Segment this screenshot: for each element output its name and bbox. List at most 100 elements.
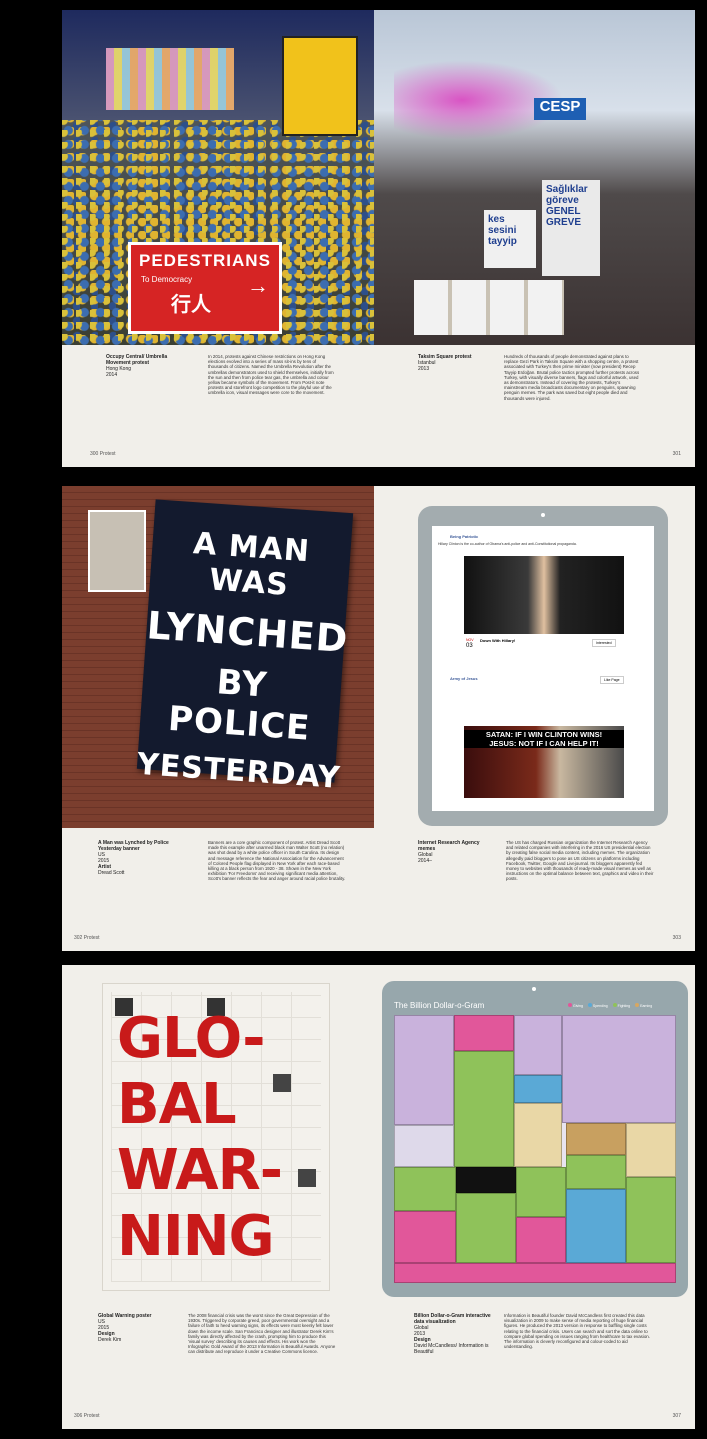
caption-title: Occupy Central/ Umbrella Movement protes…: [106, 354, 168, 366]
folio-right: 303: [672, 935, 681, 941]
post1-name: Being Patriotic: [450, 534, 479, 539]
treemap-cell[interactable]: [456, 1193, 516, 1263]
poster-thumb-3: [273, 1074, 291, 1092]
treemap-cell[interactable]: [514, 1075, 562, 1103]
body-dollar-o-gram: Information is Beautiful founder David M…: [504, 1313, 650, 1350]
caption-global-warning: Global Warning poster US 2015 Design Der…: [98, 1313, 178, 1343]
page-303: Being Patriotic Hillary Clinton is the c…: [374, 486, 695, 951]
folio-left: 306 Protest: [74, 1413, 100, 1419]
caption-ira: Internet Research Agency memes Global 20…: [418, 840, 484, 864]
designer-name: David McCandless/ Information is Beautif…: [414, 1343, 489, 1355]
poster-line-3: WAR-: [117, 1138, 283, 1203]
folio-right: 301: [672, 451, 681, 457]
body-umbrella: In 2014, protests against Chinese restri…: [208, 354, 334, 396]
artist-name: Dread Scott: [98, 870, 125, 876]
post-it-wall: [106, 48, 234, 110]
caption-title: Global Warning poster: [98, 1313, 152, 1319]
folio-right: 307: [672, 1413, 681, 1419]
page-300: PEDESTRIANS To Democracy → 行人 Occupy Cen…: [62, 10, 375, 467]
sign-title: PEDESTRIANS: [139, 251, 271, 270]
treemap-cell[interactable]: [514, 1015, 562, 1075]
penguin-posters: [414, 280, 564, 335]
meme-line-2: JESUS: NOT IF I CAN HELP IT!: [464, 739, 624, 748]
banner-kes-sesini: kes sesini tayyip: [484, 210, 536, 268]
folio-left: 300 Protest: [90, 451, 116, 457]
caption-title: Internet Research Agency memes: [418, 840, 480, 852]
legend-swatch: [635, 1003, 640, 1007]
global-warning-poster: GLO- BAL WAR- NING: [102, 983, 330, 1291]
photo-umbrella-movement: PEDESTRIANS To Democracy → 行人: [62, 10, 374, 345]
legend-swatch: [587, 1003, 592, 1007]
flag-line-1: A MAN WAS: [192, 526, 312, 603]
dollar-o-gram-tablet: The Billion Dollar-o-Gram Giving Spendin…: [382, 981, 688, 1297]
flag-line-3: BY POLICE: [166, 662, 312, 749]
poster-thumb-4: [298, 1169, 316, 1187]
body-ira: The US has charged Russian organization …: [506, 840, 654, 882]
viz-legend: Giving Spending Fighting Earning: [568, 1003, 652, 1008]
page-302: A MAN WAS LYNCHED BY POLICE YESTERDAY A …: [62, 486, 375, 951]
treemap-cell[interactable]: [566, 1155, 626, 1189]
tablet-frame: Being Patriotic Hillary Clinton is the c…: [418, 506, 668, 826]
poster-line-2: BAL: [117, 1072, 237, 1137]
designer-name: Derek Kim: [98, 1337, 122, 1343]
body-taksim: Hundreds of thousands of people demonstr…: [504, 354, 640, 401]
caption-lynched: A Man was Lynched by Police Yesterday ba…: [98, 840, 188, 876]
hillary-image: [464, 556, 624, 634]
satan-meme: SATAN: IF I WIN CLINTON WINS! JESUS: NOT…: [464, 726, 624, 798]
treemap-cell[interactable]: [626, 1177, 676, 1263]
treemap-cell[interactable]: [394, 1211, 456, 1263]
yellow-warning-sign: [282, 36, 358, 136]
page-301: CESP kes sesini tayyip Sağlıklar göreve …: [374, 10, 695, 467]
caption-year: 2014: [106, 372, 118, 378]
legend-item-giving[interactable]: Giving: [568, 1003, 583, 1008]
spread-umbrella-taksim: PEDESTRIANS To Democracy → 行人 Occupy Cen…: [62, 10, 695, 467]
treemap-cell[interactable]: [454, 1051, 514, 1167]
legend-swatch: [568, 1003, 572, 1007]
lynched-flag: A MAN WAS LYNCHED BY POLICE YESTERDAY: [136, 499, 354, 796]
camera-icon: [541, 513, 545, 517]
tablet-screen: Being Patriotic Hillary Clinton is the c…: [432, 526, 654, 811]
caption-dollar-o-gram: Billion Dollar-o-Gram interactive data v…: [414, 1313, 494, 1355]
post2-name: Army of Jesus: [450, 676, 478, 681]
body-lynched: Banners are a core graphic component of …: [208, 840, 346, 882]
treemap-cell[interactable]: [394, 1167, 456, 1211]
banner-genel-greve: Sağlıklar göreve GENEL GREVE: [542, 180, 600, 276]
legend-item-fighting[interactable]: Fighting: [612, 1003, 630, 1008]
treemap-cell[interactable]: [514, 1103, 562, 1167]
treemap-cell[interactable]: [566, 1189, 626, 1263]
caption-umbrella: Occupy Central/ Umbrella Movement protes…: [106, 354, 186, 378]
legend-item-spending[interactable]: Spending: [587, 1003, 608, 1008]
folio-left: 302 Protest: [74, 935, 100, 941]
spread-warning-dollar: GLO- BAL WAR- NING Global Warning poster…: [62, 965, 695, 1429]
treemap-cell[interactable]: [516, 1217, 566, 1263]
spread-banner-memes: A MAN WAS LYNCHED BY POLICE YESTERDAY A …: [62, 486, 695, 951]
event-title: Down With Hillary!: [480, 638, 516, 643]
pedestrians-sign: PEDESTRIANS To Democracy → 行人: [128, 242, 282, 334]
flag-line-4: YESTERDAY: [135, 746, 342, 796]
viz-title: The Billion Dollar-o-Gram: [394, 1001, 485, 1010]
treemap-cell[interactable]: [516, 1167, 566, 1217]
treemap-cell[interactable]: [562, 1015, 676, 1123]
caption-taksim: Taksim Square protest Istanbul 2013: [418, 354, 488, 372]
poster-line-1: GLO-: [117, 1006, 266, 1071]
caption-title: Billion Dollar-o-Gram interactive data v…: [414, 1313, 491, 1325]
treemap-cell[interactable]: [394, 1263, 676, 1283]
page-306: GLO- BAL WAR- NING Global Warning poster…: [62, 965, 375, 1429]
caption-year: 2014–: [418, 858, 432, 864]
legend-item-earning[interactable]: Earning: [635, 1003, 652, 1008]
treemap-cell[interactable]: [394, 1015, 454, 1125]
banner-cesp: CESP: [534, 98, 586, 120]
treemap-cell[interactable]: [454, 1015, 514, 1051]
photo-lynched-banner: A MAN WAS LYNCHED BY POLICE YESTERDAY: [62, 486, 374, 828]
event-interested-button[interactable]: Interested: [592, 639, 616, 647]
body-global-warning: The 2008 financial crisis was the worst …: [188, 1313, 336, 1355]
small-flag-photo: [88, 510, 146, 592]
treemap-cell[interactable]: [566, 1123, 626, 1155]
poster-line-4: NING: [117, 1204, 275, 1269]
post2-like-button[interactable]: Like Page: [600, 676, 624, 684]
treemap-cell[interactable]: [456, 1167, 516, 1193]
treemap-cell[interactable]: [394, 1125, 454, 1167]
treemap-cell[interactable]: [626, 1123, 676, 1177]
page-307: The Billion Dollar-o-Gram Giving Spendin…: [374, 965, 695, 1429]
caption-title: A Man was Lynched by Police Yesterday ba…: [98, 840, 169, 852]
